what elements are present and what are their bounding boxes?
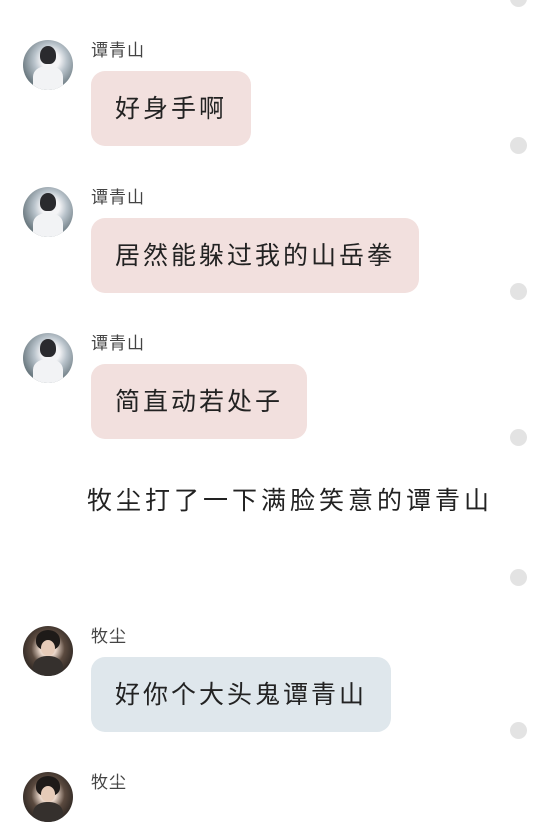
sender-name: 谭青山	[91, 188, 145, 208]
message-bubble[interactable]: 居然能躲过我的山岳拳	[91, 218, 420, 293]
message-bubble[interactable]: 好你个大头鬼谭青山	[91, 657, 392, 732]
avatar[interactable]	[23, 187, 73, 237]
read-indicator-dot	[510, 429, 527, 446]
read-indicator-dot	[510, 283, 527, 300]
read-indicator-dot	[510, 722, 527, 739]
read-indicator-dot	[510, 137, 527, 154]
sender-name: 牧尘	[91, 627, 127, 647]
sender-name: 谭青山	[91, 334, 145, 354]
avatar[interactable]	[23, 333, 73, 383]
avatar[interactable]	[23, 772, 73, 822]
sender-name: 谭青山	[91, 41, 145, 61]
avatar[interactable]	[23, 40, 73, 90]
avatar[interactable]	[23, 626, 73, 676]
message-bubble[interactable]: 好身手啊	[91, 71, 252, 146]
read-indicator-dot	[510, 0, 527, 7]
message-bubble[interactable]: 简直动若处子	[91, 364, 308, 439]
read-indicator-dot	[510, 569, 527, 586]
narration-text: 牧尘打了一下满脸笑意的谭青山	[87, 486, 494, 515]
sender-name: 牧尘	[91, 773, 127, 793]
